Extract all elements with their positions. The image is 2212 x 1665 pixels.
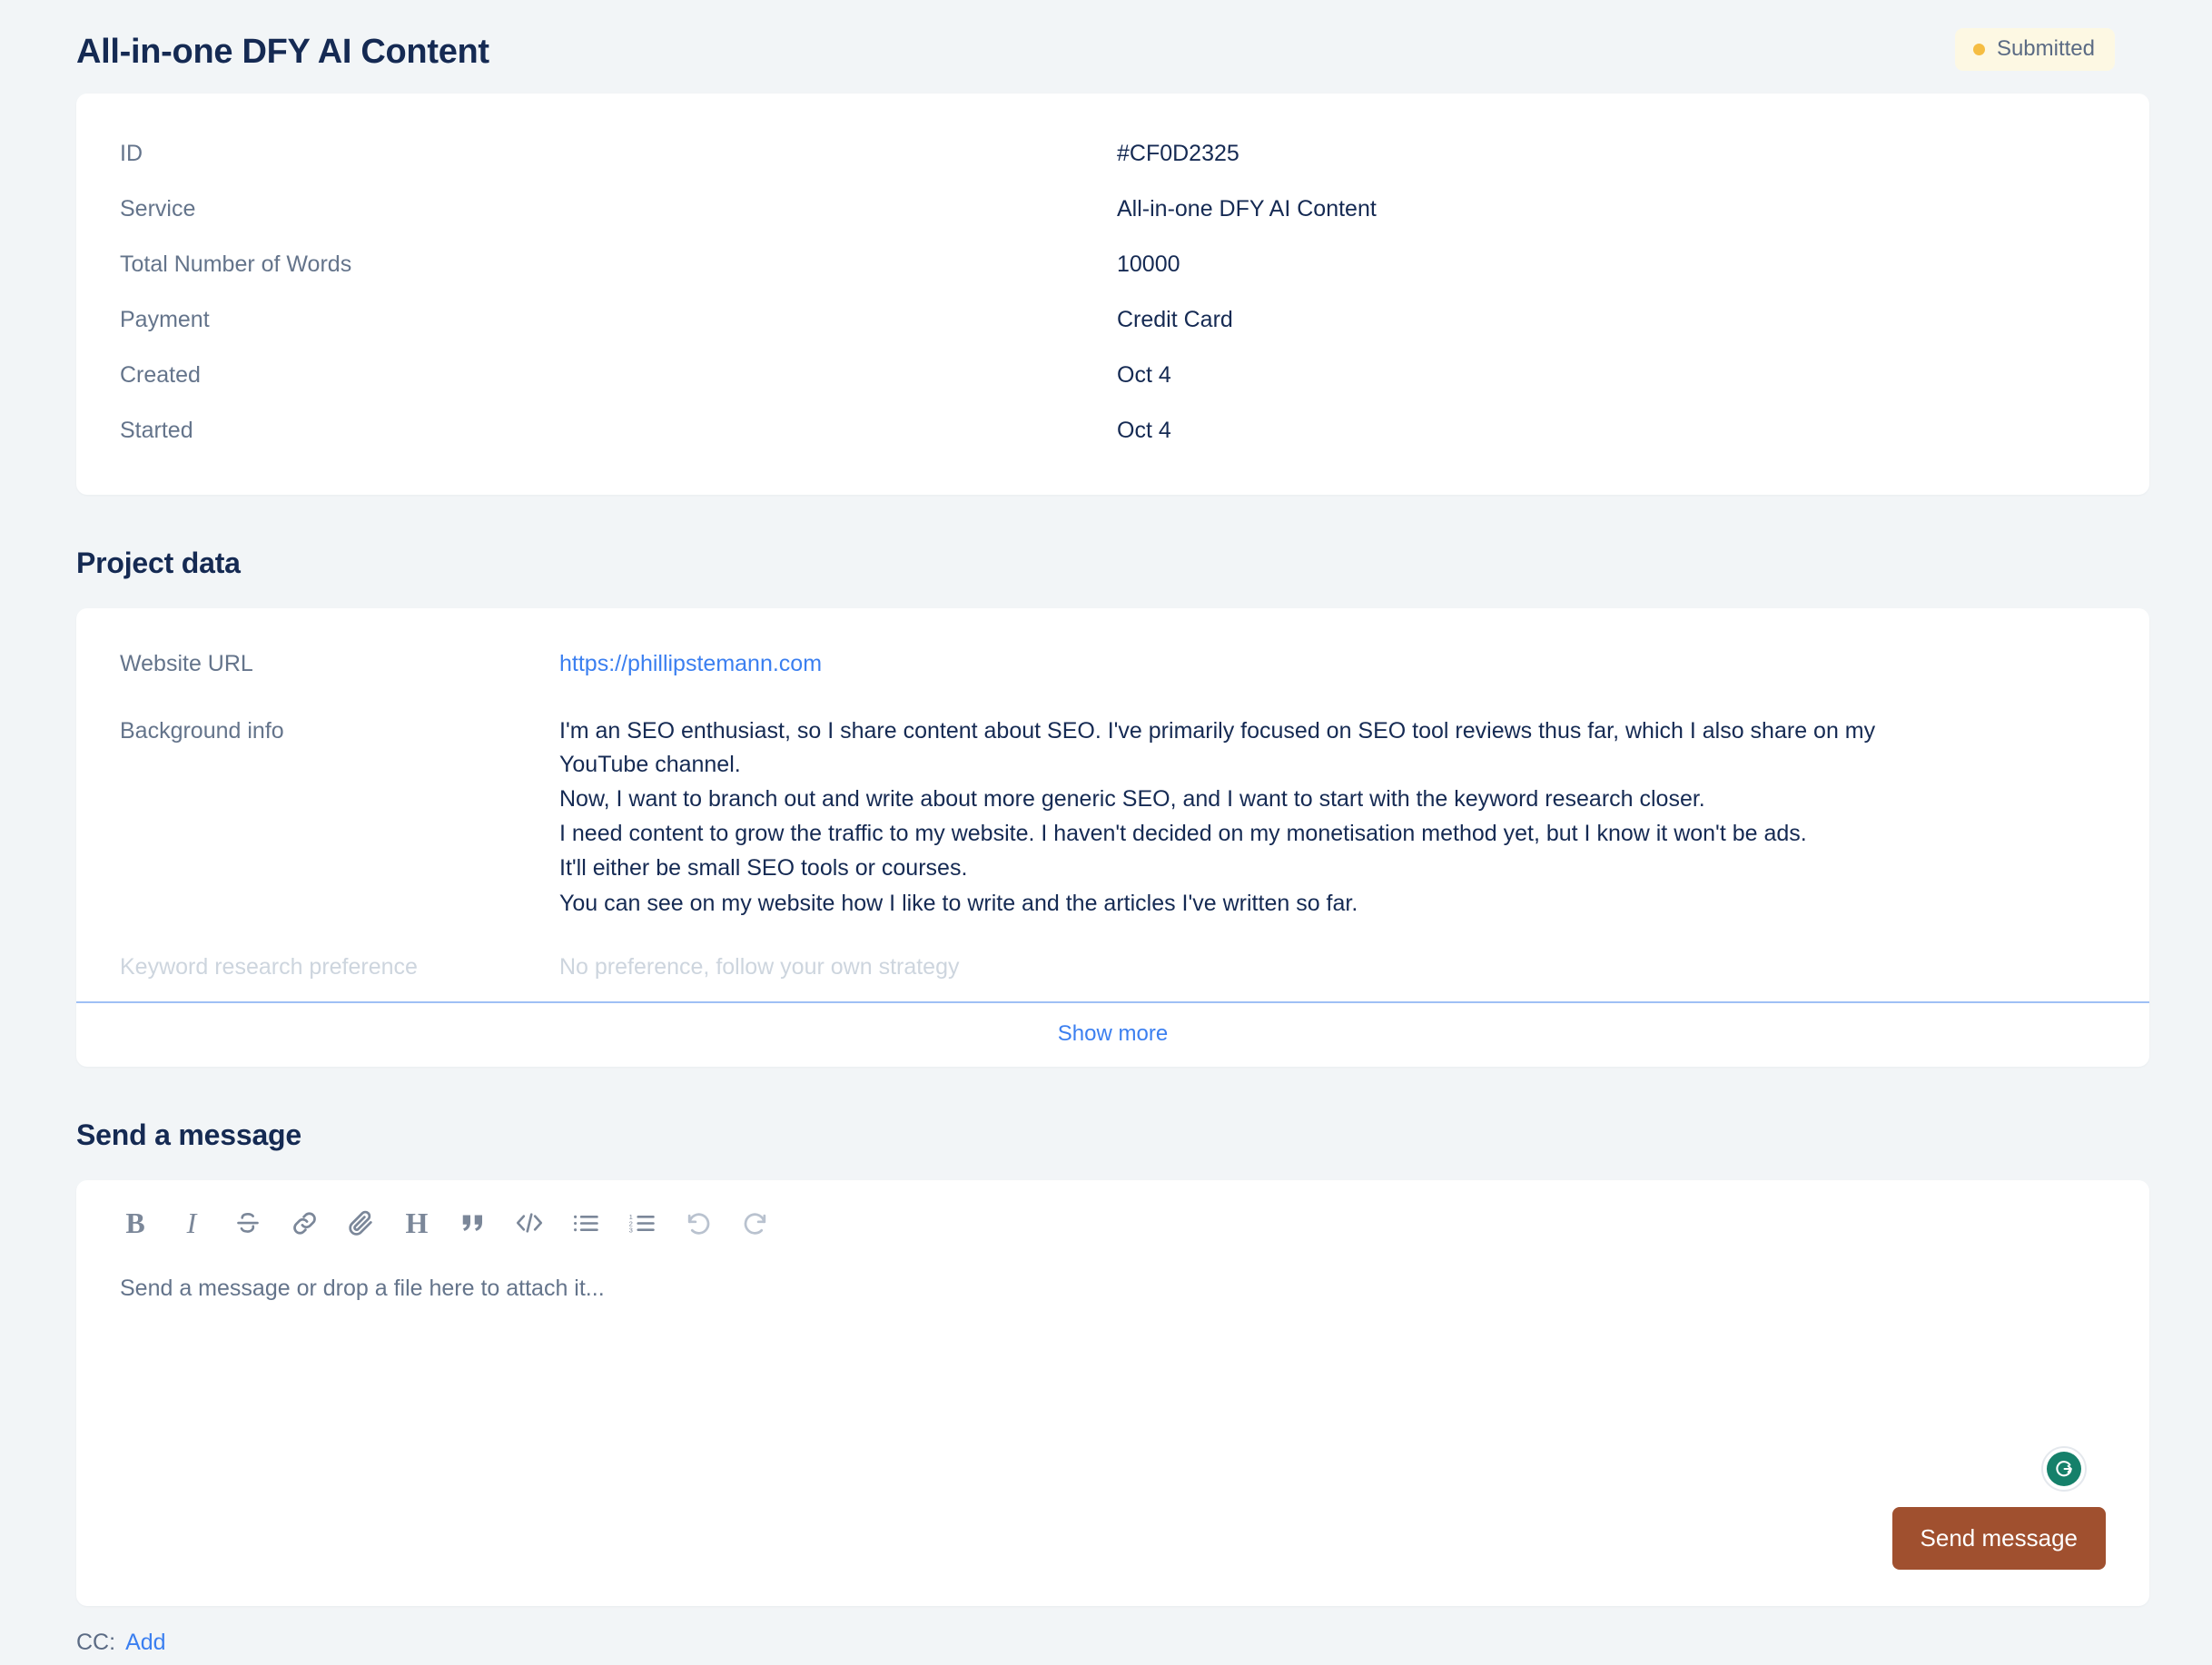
show-more-link[interactable]: Show more	[1058, 1021, 1168, 1046]
website-url-link[interactable]: https://phillipstemann.com	[559, 651, 822, 676]
project-data-card: Website URL https://phillipstemann.com B…	[76, 608, 2149, 1067]
project-label-website-url: Website URL	[120, 651, 253, 676]
row-value-started: Oct 4	[1117, 418, 1171, 443]
background-line: I'm an SEO enthusiast, so I share conten…	[559, 718, 1876, 777]
row-label-started: Started	[120, 418, 193, 443]
show-more-section: Show more	[76, 1001, 2149, 1067]
svg-text:3: 3	[628, 1226, 632, 1234]
table-row: ID #CF0D2325	[76, 126, 2149, 182]
cc-add-link[interactable]: Add	[125, 1630, 165, 1656]
row-value-payment: Credit Card	[1117, 307, 1233, 332]
message-placeholder: Send a message or drop a file here to at…	[120, 1276, 605, 1301]
row-value-created: Oct 4	[1117, 362, 1171, 388]
page-title: All-in-one DFY AI Content	[76, 32, 489, 71]
project-value-website-url: https://phillipstemann.com	[559, 638, 1903, 680]
status-badge-label: Submitted	[1996, 36, 2095, 61]
cc-row: CC: Add	[0, 1606, 2212, 1656]
send-message-heading: Send a message	[76, 1118, 301, 1151]
project-data-heading: Project data	[76, 547, 241, 579]
table-row: Payment Credit Card	[76, 292, 2149, 348]
row-value-total-words: 10000	[1117, 251, 1180, 277]
send-message-button[interactable]: Send message	[1891, 1507, 2106, 1570]
message-input-area[interactable]: Send a message or drop a file here to at…	[76, 1262, 2149, 1507]
table-row: Service All-in-one DFY AI Content	[76, 182, 2149, 237]
project-row-keyword-preference: Keyword research preference No preferenc…	[76, 941, 2149, 983]
quote-icon[interactable]	[445, 1197, 501, 1249]
project-label-background-info: Background info	[120, 718, 284, 744]
bold-icon[interactable]: B	[107, 1197, 163, 1249]
link-icon[interactable]	[276, 1197, 332, 1249]
cc-label: CC:	[76, 1630, 116, 1655]
undo-icon[interactable]	[670, 1197, 726, 1249]
order-detail-page: All-in-one DFY AI Content Submitted ID #…	[0, 0, 2212, 1665]
background-line: Now, I want to branch out and write abou…	[559, 785, 1705, 812]
attachment-icon[interactable]	[332, 1197, 389, 1249]
editor-toolbar: B I H 1 2 3	[76, 1180, 2149, 1262]
message-editor-card: B I H 1 2 3 Send a message or drop a fil…	[76, 1180, 2149, 1606]
strikethrough-icon[interactable]	[220, 1197, 276, 1249]
project-row-website-url: Website URL https://phillipstemann.com	[76, 638, 2149, 680]
row-label-total-words: Total Number of Words	[120, 251, 352, 277]
bullet-list-icon[interactable]	[558, 1197, 614, 1249]
heading-icon[interactable]: H	[389, 1197, 445, 1249]
background-line: It'll either be small SEO tools or cours…	[559, 855, 968, 882]
row-label-service: Service	[120, 196, 196, 222]
row-label-id: ID	[120, 141, 143, 166]
project-row-background-info: Background info I'm an SEO enthusiast, s…	[76, 705, 2149, 920]
numbered-list-icon[interactable]: 1 2 3	[614, 1197, 670, 1249]
row-label-created: Created	[120, 362, 201, 388]
redo-icon[interactable]	[726, 1197, 783, 1249]
table-row: Total Number of Words 10000	[76, 237, 2149, 292]
background-line: I need content to grow the traffic to my…	[559, 821, 1807, 846]
row-label-payment: Payment	[120, 307, 210, 332]
background-line: You can see on my website how I like to …	[559, 890, 1358, 916]
project-value-background-info: I'm an SEO enthusiast, so I share conten…	[559, 705, 1903, 920]
grammarly-icon[interactable]	[2041, 1446, 2087, 1492]
table-row: Created Oct 4	[76, 348, 2149, 403]
italic-icon[interactable]: I	[163, 1197, 220, 1249]
status-dot-icon	[1972, 43, 1985, 55]
project-label-keyword-preference: Keyword research preference	[120, 953, 418, 980]
send-row: Send message	[76, 1507, 2149, 1606]
row-value-id: #CF0D2325	[1117, 141, 1239, 166]
code-icon[interactable]	[501, 1197, 558, 1249]
table-row: Started Oct 4	[76, 403, 2149, 458]
project-value-keyword-preference: No preference, follow your own strategy	[559, 953, 960, 980]
page-header: All-in-one DFY AI Content Submitted	[0, 0, 2212, 94]
row-value-service: All-in-one DFY AI Content	[1117, 196, 1377, 222]
status-badge: Submitted	[1954, 28, 2115, 71]
order-summary-card: ID #CF0D2325 Service All-in-one DFY AI C…	[76, 94, 2149, 495]
